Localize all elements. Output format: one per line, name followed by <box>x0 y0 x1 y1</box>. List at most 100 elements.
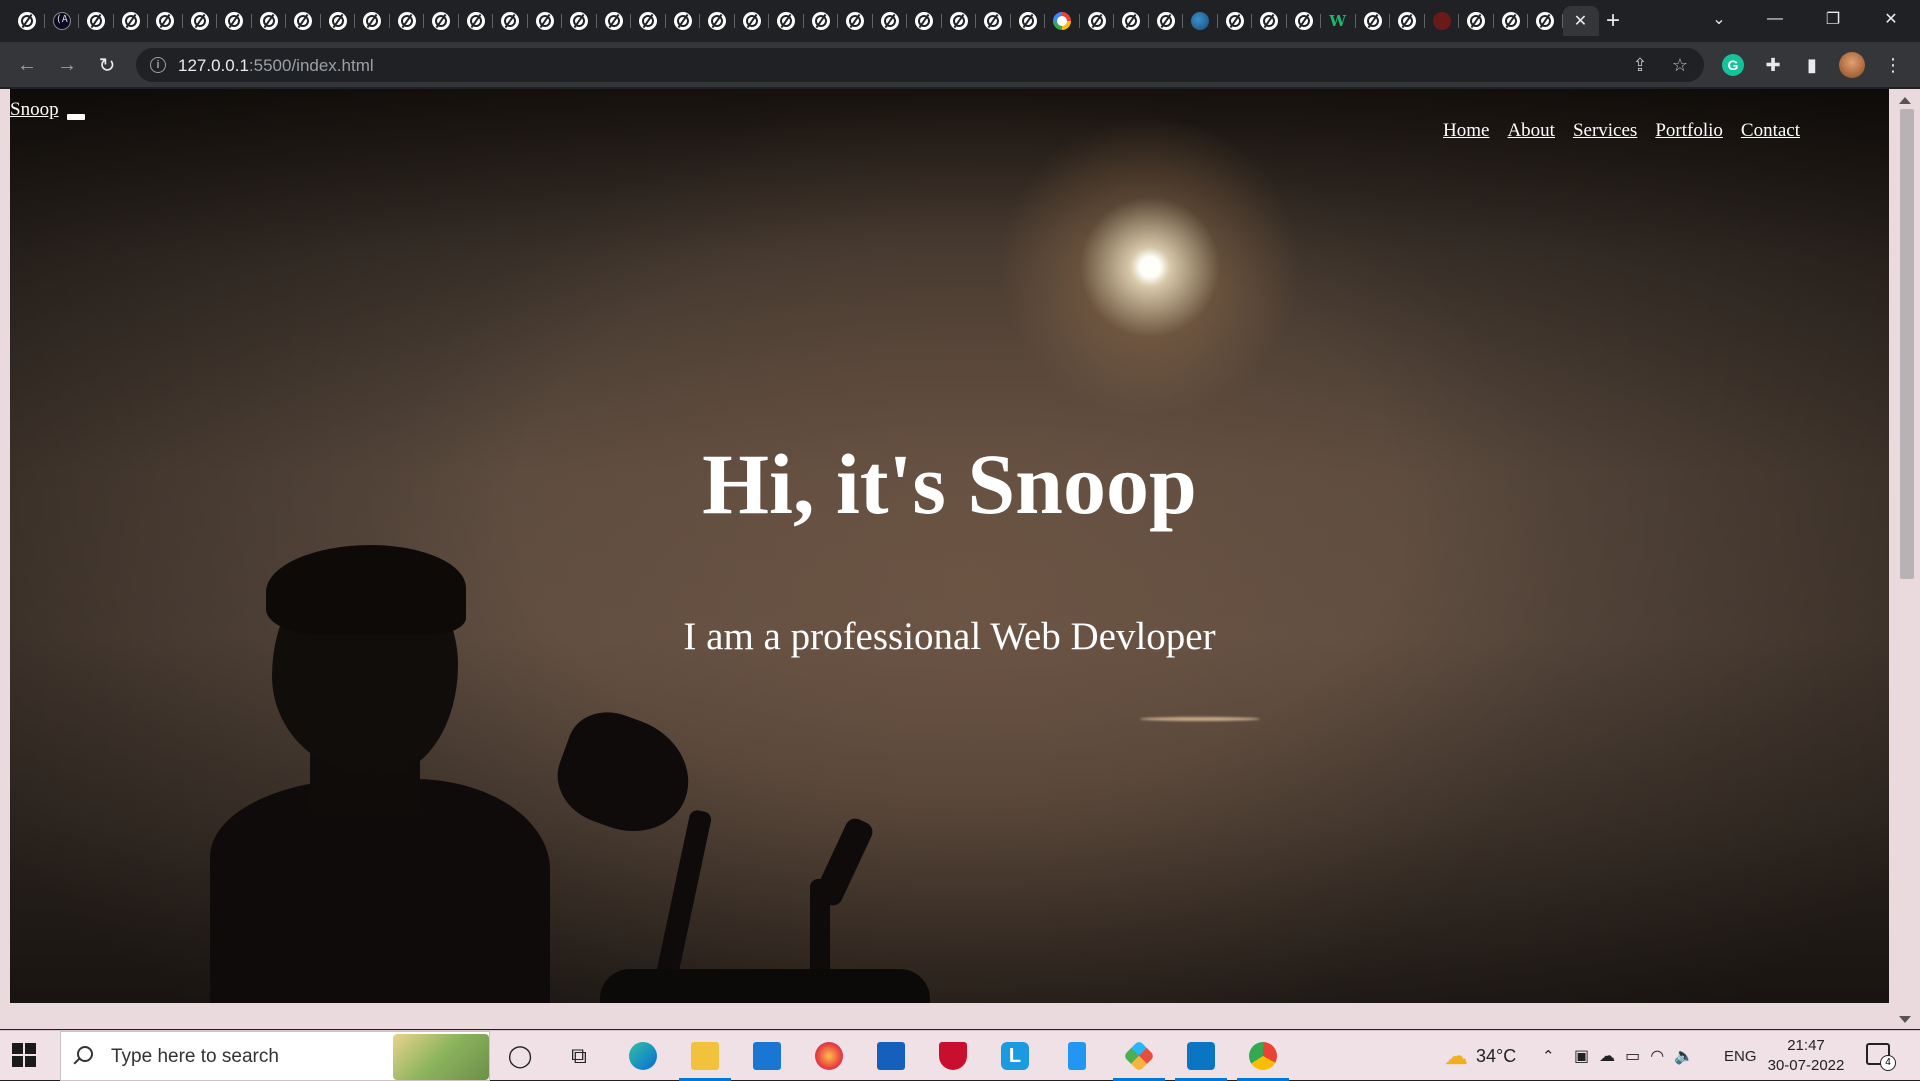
vscode-icon[interactable] <box>1175 1039 1227 1081</box>
browser-tab[interactable] <box>10 6 45 36</box>
close-window-button[interactable]: ✕ <box>1868 0 1914 38</box>
browser-tab[interactable] <box>1494 6 1529 36</box>
browser-tab[interactable] <box>1183 6 1218 36</box>
browser-tab[interactable] <box>355 6 390 36</box>
battery-icon[interactable]: ▭ <box>1625 1046 1640 1066</box>
git-app-icon[interactable] <box>1113 1039 1165 1081</box>
browser-tab[interactable] <box>942 6 977 36</box>
browser-tab[interactable] <box>1080 6 1115 36</box>
file-explorer-icon[interactable] <box>679 1039 731 1081</box>
browser-tab[interactable] <box>735 6 770 36</box>
browser-tab[interactable] <box>1045 6 1080 36</box>
browser-tab[interactable] <box>631 6 666 36</box>
new-tab-button[interactable]: + <box>1598 6 1628 36</box>
bookmark-star-icon[interactable]: ☆ <box>1670 55 1690 75</box>
browser-tab[interactable] <box>1011 6 1046 36</box>
menu-kebab-icon[interactable]: ⋮ <box>1880 52 1906 78</box>
browser-tab[interactable] <box>907 6 942 36</box>
volume-icon[interactable]: 🔈 <box>1674 1046 1694 1066</box>
vertical-scrollbar[interactable] <box>1890 89 1920 1029</box>
site-logo-link[interactable]: Snoop <box>10 99 59 121</box>
browser-tab[interactable] <box>1390 6 1425 36</box>
browser-tab[interactable] <box>1252 6 1287 36</box>
profile-avatar[interactable] <box>1839 52 1865 78</box>
firefox-icon[interactable] <box>811 1039 847 1073</box>
browser-tab[interactable] <box>459 6 494 36</box>
browser-tab[interactable] <box>390 6 425 36</box>
browser-tab[interactable] <box>286 6 321 36</box>
edge-browser-icon[interactable] <box>625 1039 661 1073</box>
browser-tab[interactable] <box>183 6 218 36</box>
windows-start-icon[interactable] <box>12 1043 36 1067</box>
browser-tab[interactable] <box>769 6 804 36</box>
grammarly-extension-icon[interactable]: G <box>1722 54 1744 76</box>
close-tab-icon[interactable]: ✕ <box>1574 11 1587 31</box>
browser-tab[interactable] <box>321 6 356 36</box>
browser-tab[interactable] <box>1425 6 1460 36</box>
back-button[interactable]: ← <box>12 50 42 80</box>
browser-tab[interactable] <box>528 6 563 36</box>
taskbar-clock[interactable]: 21:47 30-07-2022 <box>1766 1036 1846 1076</box>
browser-tab[interactable] <box>252 6 287 36</box>
menu-toggle-bar[interactable] <box>67 114 85 120</box>
reload-button[interactable]: ↻ <box>92 50 122 80</box>
browser-tab[interactable] <box>424 6 459 36</box>
phone-app-icon[interactable] <box>1059 1039 1095 1073</box>
browser-tab[interactable] <box>838 6 873 36</box>
side-panel-icon[interactable]: ▮ <box>1799 52 1825 78</box>
tray-overflow-icon[interactable]: ⌃ <box>1542 1031 1555 1081</box>
browser-tab[interactable] <box>1528 6 1563 36</box>
nav-about-link[interactable]: About <box>1507 120 1555 142</box>
taskbar-search-box[interactable]: Type here to search <box>60 1031 490 1081</box>
meet-now-icon[interactable]: ▣ <box>1574 1046 1589 1066</box>
browser-tab[interactable] <box>1356 6 1391 36</box>
nav-services-link[interactable]: Services <box>1573 120 1637 142</box>
task-view-icon[interactable]: ⧉ <box>561 1039 597 1073</box>
language-indicator[interactable]: ENG <box>1724 1031 1757 1081</box>
browser-tab[interactable] <box>804 6 839 36</box>
browser-tab[interactable] <box>114 6 149 36</box>
browser-tab[interactable]: (A) <box>45 6 80 36</box>
address-bar[interactable]: i 127.0.0.1:5500/index.html ⇪ ☆ <box>136 48 1704 82</box>
share-icon[interactable]: ⇪ <box>1630 55 1650 75</box>
extensions-puzzle-icon[interactable]: ✚ <box>1760 52 1786 78</box>
browser-tab[interactable] <box>1287 6 1322 36</box>
mail-icon[interactable] <box>749 1039 785 1073</box>
browser-tab[interactable] <box>217 6 252 36</box>
browser-tab[interactable] <box>1114 6 1149 36</box>
chrome-icon[interactable] <box>1237 1039 1289 1081</box>
browser-tab[interactable] <box>976 6 1011 36</box>
browser-tab[interactable] <box>873 6 908 36</box>
forward-button[interactable]: → <box>52 50 82 80</box>
cortana-icon[interactable]: ◯ <box>502 1039 538 1073</box>
nav-home-link[interactable]: Home <box>1443 120 1489 142</box>
scroll-up-arrow[interactable] <box>1899 97 1911 104</box>
minimize-button[interactable]: — <box>1752 0 1798 38</box>
nav-portfolio-link[interactable]: Portfolio <box>1655 120 1723 142</box>
tab-search-icon[interactable]: ⌄ <box>1696 0 1742 38</box>
scroll-down-arrow[interactable] <box>1899 1016 1911 1023</box>
url-text[interactable]: 127.0.0.1:5500/index.html <box>178 56 374 76</box>
browser-tab[interactable] <box>1149 6 1184 36</box>
scrollbar-thumb[interactable] <box>1900 109 1914 579</box>
active-tab[interactable]: ✕ <box>1562 6 1599 36</box>
weather-widget[interactable]: ☁ 34°C <box>1444 1031 1516 1081</box>
onedrive-icon[interactable]: ☁ <box>1599 1046 1615 1066</box>
mcafee-icon[interactable] <box>935 1039 971 1073</box>
browser-tab[interactable] <box>148 6 183 36</box>
browser-tab[interactable] <box>562 6 597 36</box>
l-app-icon[interactable]: L <box>997 1039 1033 1073</box>
browser-tab[interactable] <box>666 6 701 36</box>
browser-tab[interactable] <box>700 6 735 36</box>
site-info-icon[interactable]: i <box>150 57 166 73</box>
nav-contact-link[interactable]: Contact <box>1741 120 1800 142</box>
wifi-icon[interactable]: ◠ <box>1650 1046 1664 1066</box>
notifications-icon[interactable]: 4 <box>1866 1043 1896 1071</box>
browser-tab[interactable]: W <box>1321 6 1356 36</box>
browser-tab[interactable] <box>79 6 114 36</box>
restore-button[interactable]: ❐ <box>1810 0 1856 38</box>
browser-tab[interactable] <box>597 6 632 36</box>
browser-tab[interactable] <box>1218 6 1253 36</box>
browser-tab[interactable] <box>1459 6 1494 36</box>
microsoft-store-icon[interactable] <box>873 1039 909 1073</box>
